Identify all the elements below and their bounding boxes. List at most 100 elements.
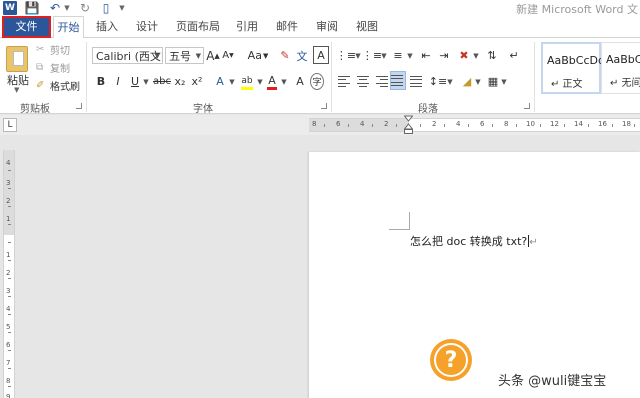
- clear-format-icon[interactable]: ✎: [278, 47, 292, 64]
- borders-icon[interactable]: ▦: [486, 73, 500, 90]
- sort-icon[interactable]: ⇅: [484, 47, 500, 64]
- tab-view[interactable]: 视图: [352, 16, 382, 38]
- ruler-tick: [516, 124, 517, 127]
- numbering-dropdown-icon[interactable]: ▼: [380, 47, 388, 64]
- paste-dropdown-icon[interactable]: ▼: [14, 86, 19, 94]
- document-page[interactable]: 怎么把 doc 转换成 txt? ↵: [309, 152, 640, 398]
- ruler-number: 6: [336, 120, 341, 128]
- align-left-icon[interactable]: [338, 73, 352, 90]
- underline-button[interactable]: U: [129, 73, 141, 90]
- save-icon[interactable]: 💾: [25, 1, 40, 15]
- ruler-tick: [324, 124, 325, 127]
- ruler-number: 2: [6, 269, 11, 277]
- align-center-icon[interactable]: [356, 73, 370, 90]
- change-case-button[interactable]: Aa ▼: [246, 47, 270, 64]
- text-effects-dropdown-icon[interactable]: ▼: [228, 73, 236, 90]
- tab-file[interactable]: 文件: [2, 16, 51, 38]
- subscript-button[interactable]: x₂: [173, 73, 187, 90]
- tab-references[interactable]: 引用: [232, 16, 262, 38]
- customize-qat-icon[interactable]: ▼: [118, 1, 126, 15]
- group-divider: [331, 42, 332, 112]
- increase-indent-icon[interactable]: ⇥: [436, 47, 452, 64]
- superscript-button[interactable]: x²: [190, 73, 204, 90]
- shrink-font-button[interactable]: A ▼: [222, 47, 234, 64]
- font-group-label: 字体: [193, 104, 213, 115]
- paste-icon[interactable]: [6, 46, 28, 72]
- ruler-tick: [8, 260, 11, 261]
- redo-icon[interactable]: ↻: [79, 1, 91, 15]
- tab-mailings[interactable]: 邮件: [272, 16, 302, 38]
- character-border-icon[interactable]: A: [313, 46, 329, 64]
- font-size-value: 五号: [169, 49, 191, 63]
- shading-dropdown-icon[interactable]: ▼: [474, 73, 482, 90]
- grow-font-button[interactable]: A ▲: [206, 47, 220, 64]
- ruler-tick: [8, 278, 11, 279]
- bold-button[interactable]: B: [95, 73, 107, 90]
- shading-icon[interactable]: ◢: [460, 73, 474, 90]
- clipboard-launcher-icon[interactable]: [76, 103, 82, 109]
- ruler-tick: [8, 224, 11, 225]
- ruler-tick: [8, 242, 11, 243]
- phonetic-guide-icon[interactable]: 文: [295, 47, 309, 64]
- style-sample: AaBbCcDd: [547, 54, 605, 67]
- numbering-icon[interactable]: ⋮≡: [362, 47, 382, 64]
- strikethrough-button[interactable]: abc: [153, 73, 171, 90]
- borders-dropdown-icon[interactable]: ▼: [500, 73, 508, 90]
- line-spacing-icon[interactable]: ↕≡: [429, 73, 447, 90]
- tab-design[interactable]: 设计: [132, 16, 162, 38]
- text-effects-icon[interactable]: A: [213, 73, 227, 90]
- undo-icon[interactable]: ↶: [49, 1, 61, 15]
- horizontal-ruler[interactable]: 8 6 4 2 2 4 6 8 10 12 14 16 18: [309, 118, 640, 132]
- copy-button[interactable]: ⧉ 复制: [36, 60, 70, 75]
- multilevel-list-icon[interactable]: ≡: [390, 47, 406, 64]
- document-body-text[interactable]: 怎么把 doc 转换成 txt? ↵: [410, 233, 538, 249]
- chevron-down-icon: ▼: [154, 52, 160, 60]
- cut-button[interactable]: ✂ 剪切: [36, 42, 70, 57]
- underline-dropdown-icon[interactable]: ▼: [142, 73, 150, 90]
- show-marks-icon[interactable]: ↵: [506, 47, 522, 64]
- indent-marker-icon[interactable]: [404, 115, 413, 135]
- align-right-icon[interactable]: [374, 73, 388, 90]
- font-size-select[interactable]: 五号 ▼: [165, 47, 204, 64]
- chinese-layout-icon[interactable]: ✖: [456, 47, 472, 64]
- format-painter-button[interactable]: ✐ 格式刷: [36, 78, 80, 93]
- ruler-tick: [420, 124, 421, 127]
- enclose-characters-icon[interactable]: 字: [310, 73, 324, 90]
- italic-button[interactable]: I: [113, 73, 123, 90]
- document-icon[interactable]: ▯: [101, 1, 111, 15]
- multilevel-dropdown-icon[interactable]: ▼: [406, 47, 414, 64]
- tab-review[interactable]: 审阅: [312, 16, 342, 38]
- font-name-select[interactable]: Calibri (西文I ▼: [92, 47, 163, 64]
- bullets-dropdown-icon[interactable]: ▼: [354, 47, 362, 64]
- chinese-layout-dropdown-icon[interactable]: ▼: [472, 47, 480, 64]
- line-spacing-dropdown-icon[interactable]: ▼: [446, 73, 454, 90]
- ruler-tick: [612, 124, 613, 127]
- tab-home[interactable]: 开始: [53, 16, 84, 39]
- tab-selector-button[interactable]: L: [3, 118, 17, 132]
- ruler-number: 1: [6, 251, 11, 259]
- brush-icon: ✐: [36, 80, 45, 91]
- character-shading-icon[interactable]: A: [293, 73, 307, 90]
- group-divider: [86, 42, 87, 112]
- font-color-button[interactable]: A: [265, 71, 279, 90]
- font-color-dropdown-icon[interactable]: ▼: [280, 73, 288, 90]
- tab-insert[interactable]: 插入: [92, 16, 122, 38]
- vertical-ruler[interactable]: 4 3 2 1 1 2 3 4 5 6 7 8 9: [3, 150, 15, 398]
- highlight-dropdown-icon[interactable]: ▼: [256, 73, 264, 90]
- highlight-button[interactable]: ab: [239, 71, 255, 90]
- paragraph-launcher-icon[interactable]: [524, 103, 530, 109]
- style-normal[interactable]: AaBbCcDd ↵ 正文: [541, 42, 605, 94]
- group-divider: [534, 42, 535, 112]
- justify-icon[interactable]: [390, 71, 406, 90]
- ruler-number: 16: [598, 120, 607, 128]
- tab-page-layout[interactable]: 页面布局: [172, 16, 224, 38]
- distributed-icon[interactable]: [410, 73, 424, 90]
- highlight-label: ab: [241, 75, 253, 86]
- ruler-number: 5: [6, 323, 11, 331]
- undo-dropdown-icon[interactable]: ▼: [63, 1, 71, 15]
- style-no-spacing[interactable]: AaBbCcI ↵ 无间: [601, 42, 640, 94]
- font-launcher-icon[interactable]: [321, 103, 327, 109]
- bullets-icon[interactable]: ⋮≡: [336, 47, 356, 64]
- decrease-indent-icon[interactable]: ⇤: [418, 47, 434, 64]
- ruler-number: 8: [312, 120, 317, 128]
